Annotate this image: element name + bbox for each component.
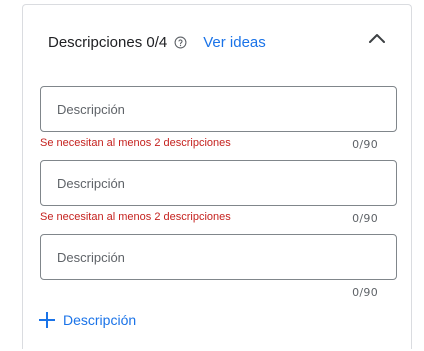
description-input-3[interactable]: [41, 235, 396, 279]
description-error-1: Se necesitan al menos 2 descripciones: [40, 137, 231, 149]
description-field-1[interactable]: [40, 86, 397, 132]
section-title: Descripciones 0/4: [48, 33, 168, 51]
description-field-2[interactable]: [40, 160, 397, 206]
add-description-label: Descripción: [63, 312, 137, 328]
description-field-3[interactable]: [40, 234, 397, 280]
descriptions-card: Descripciones 0/4 Ver ideas Se necesitan…: [22, 4, 412, 349]
description-input-1[interactable]: [41, 87, 396, 131]
description-input-2[interactable]: [41, 161, 396, 205]
chevron-up-icon: [368, 31, 386, 49]
description-error-2: Se necesitan al menos 2 descripciones: [40, 211, 231, 223]
description-counter-2: 0/90: [352, 212, 378, 225]
section-header: Descripciones 0/4 Ver ideas: [48, 32, 266, 52]
description-counter-3: 0/90: [352, 286, 378, 299]
see-ideas-link[interactable]: Ver ideas: [203, 34, 266, 51]
collapse-button[interactable]: [365, 28, 389, 52]
add-description-button[interactable]: Descripción: [39, 311, 136, 329]
plus-icon: [39, 312, 55, 328]
help-circle-icon[interactable]: [174, 36, 187, 49]
description-counter-1: 0/90: [352, 138, 378, 151]
